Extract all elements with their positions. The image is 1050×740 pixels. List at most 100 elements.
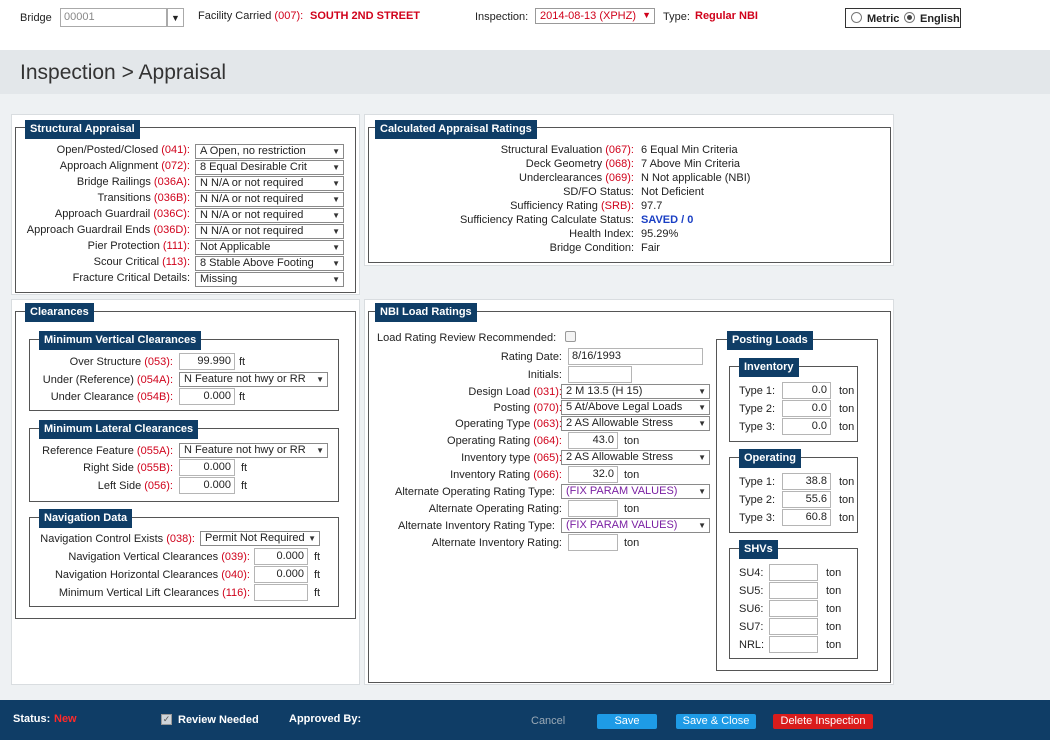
structural-row-select[interactable]: 8 Stable Above Footing ▼	[195, 256, 344, 271]
chevron-down-icon: ▼	[316, 375, 324, 384]
bridge-dropdown-arrow-icon[interactable]: ▼	[167, 8, 184, 27]
clearances-title: Clearances	[25, 303, 94, 322]
chevron-down-icon: ▼	[332, 163, 340, 172]
operating-row-input[interactable]: 55.6	[782, 491, 831, 508]
row-code: (068):	[605, 158, 634, 170]
review-needed-checkbox[interactable]: ✓	[161, 714, 172, 725]
shvs-row-input[interactable]	[769, 600, 818, 617]
design-load-select[interactable]: 2 M 13.5 (H 15) ▼	[561, 384, 710, 399]
navigation-title: Navigation Data	[39, 509, 133, 528]
alt-operating-label: Alternate Operating Rating:	[428, 503, 562, 515]
inventory-rating-input[interactable]: 32.0	[568, 466, 618, 483]
under-clearance-input[interactable]: 0.000	[179, 388, 235, 405]
operating-row-label: Type 1:	[739, 476, 776, 488]
unit-ft: ft	[314, 569, 321, 581]
inventory-type-select[interactable]: 2 AS Allowable Stress ▼	[561, 450, 710, 465]
operating-row-input[interactable]: 38.8	[782, 473, 831, 490]
operating-title: Operating	[739, 449, 801, 468]
navigation-control-label: Navigation Control Exists (038):	[40, 533, 195, 545]
structural-row-select[interactable]: 8 Equal Desirable Crit ▼	[195, 160, 344, 175]
row-code: (113):	[162, 256, 190, 268]
unit-ft: ft	[314, 551, 321, 563]
chevron-down-icon: ▼	[698, 521, 706, 530]
calculated-row-value: 95.29%	[641, 228, 679, 240]
navigation-control-select[interactable]: Permit Not Required ▼	[200, 531, 320, 546]
left-side-input[interactable]: 0.000	[179, 477, 235, 494]
operating-row-input[interactable]: 60.8	[782, 509, 831, 526]
save-button[interactable]: Save	[597, 714, 657, 729]
chevron-down-icon: ▼	[698, 419, 706, 428]
metric-radio[interactable]	[851, 12, 862, 23]
structural-row-select[interactable]: N N/A or not required ▼	[195, 192, 344, 207]
select-value: N N/A or not required	[200, 177, 304, 189]
calculated-row-label: Underclearances (069):	[519, 171, 634, 185]
shvs-row-input[interactable]	[769, 564, 818, 581]
nbi-load-ratings-title: NBI Load Ratings	[375, 303, 477, 322]
alt-operating-type-select[interactable]: (FIX PARAM VALUES) ▼	[561, 484, 710, 499]
english-radio[interactable]	[904, 12, 915, 23]
unit-ft: ft	[241, 462, 248, 474]
unit-ton: ton	[624, 503, 640, 515]
calculated-row-value: 6 Equal Min Criteria	[641, 144, 738, 156]
row-text: Bridge Condition:	[549, 242, 634, 254]
save-close-button[interactable]: Save & Close	[676, 714, 756, 729]
inspection-select[interactable]: 2014-08-13 (XPHZ) ▼	[535, 8, 655, 24]
navigation-horizontal-input[interactable]: 0.000	[254, 566, 308, 583]
row-text: Structural Evaluation	[500, 144, 603, 156]
initials-label: Initials:	[527, 369, 562, 381]
structural-row-select[interactable]: N N/A or not required ▼	[195, 224, 344, 239]
unit-ft: ft	[314, 587, 321, 599]
inventory-rating-label: Inventory Rating (066):	[450, 469, 562, 481]
initials-input[interactable]	[568, 366, 632, 383]
alt-inventory-type-select[interactable]: (FIX PARAM VALUES) ▼	[561, 518, 710, 533]
navigation-vertical-input[interactable]: 0.000	[254, 548, 308, 565]
calculated-row-value: Fair	[641, 242, 660, 254]
bridge-label: Bridge	[20, 12, 52, 24]
shvs-row-input[interactable]	[769, 582, 818, 599]
chevron-down-icon: ▼	[332, 275, 340, 284]
structural-row-label: Pier Protection (111):	[88, 239, 190, 253]
shvs-row-input[interactable]	[769, 618, 818, 635]
chevron-down-icon: ▼	[308, 532, 316, 545]
inventory-row-input[interactable]: 0.0	[782, 418, 831, 435]
operating-type-select[interactable]: 2 AS Allowable Stress ▼	[561, 416, 710, 431]
chevron-down-icon: ▼	[332, 195, 340, 204]
row-code: (041):	[161, 144, 190, 156]
inventory-row-input[interactable]: 0.0	[782, 400, 831, 417]
reference-feature-select[interactable]: N Feature not hwy or RR ▼	[179, 443, 328, 458]
unit-ft: ft	[241, 480, 248, 492]
shvs-row-input[interactable]	[769, 636, 818, 653]
rating-date-label: Rating Date:	[500, 351, 562, 363]
unit-ton: ton	[826, 621, 842, 633]
minimum-lift-input[interactable]	[254, 584, 308, 601]
over-structure-input[interactable]: 99.990	[179, 353, 235, 370]
under-clearance-label: Under Clearance (054B):	[50, 391, 173, 403]
vertical-title: Minimum Vertical Clearances	[39, 331, 202, 350]
posting-select[interactable]: 5 At/Above Legal Loads ▼	[561, 400, 710, 415]
structural-row-select[interactable]: N N/A or not required ▼	[195, 208, 344, 223]
over-structure-label: Over Structure (053):	[69, 356, 173, 368]
inventory-row-label: Type 2:	[739, 403, 776, 415]
inventory-row-label: Type 1:	[739, 385, 776, 397]
review-recommended-checkbox[interactable]	[565, 331, 576, 342]
delete-inspection-button[interactable]: Delete Inspection	[773, 714, 873, 729]
cancel-button[interactable]: Cancel	[531, 715, 565, 727]
inventory-title: Inventory	[739, 358, 799, 377]
bridge-input[interactable]: 00001	[60, 8, 167, 27]
structural-row-select[interactable]: Missing ▼	[195, 272, 344, 287]
alt-operating-input[interactable]	[568, 500, 618, 517]
under-reference-select[interactable]: N Feature not hwy or RR ▼	[179, 372, 328, 387]
structural-row-select[interactable]: A Open, no restriction ▼	[195, 144, 344, 159]
unit-ton: ton	[839, 385, 855, 397]
footer-bar: Status: New ✓ Review Needed Approved By:…	[0, 700, 1050, 740]
alt-inventory-input[interactable]	[568, 534, 618, 551]
structural-row-select[interactable]: Not Applicable ▼	[195, 240, 344, 255]
structural-row-label: Bridge Railings (036A):	[77, 175, 190, 189]
operating-rating-input[interactable]: 43.0	[568, 432, 618, 449]
structural-row-select[interactable]: N N/A or not required ▼	[195, 176, 344, 191]
inventory-row-input[interactable]: 0.0	[782, 382, 831, 399]
right-side-input[interactable]: 0.000	[179, 459, 235, 476]
title-bar: Inspection > Appraisal	[0, 50, 1050, 94]
rating-date-input[interactable]: 8/16/1993	[568, 348, 703, 365]
inventory-type-label: Inventory type (065):	[461, 452, 562, 464]
